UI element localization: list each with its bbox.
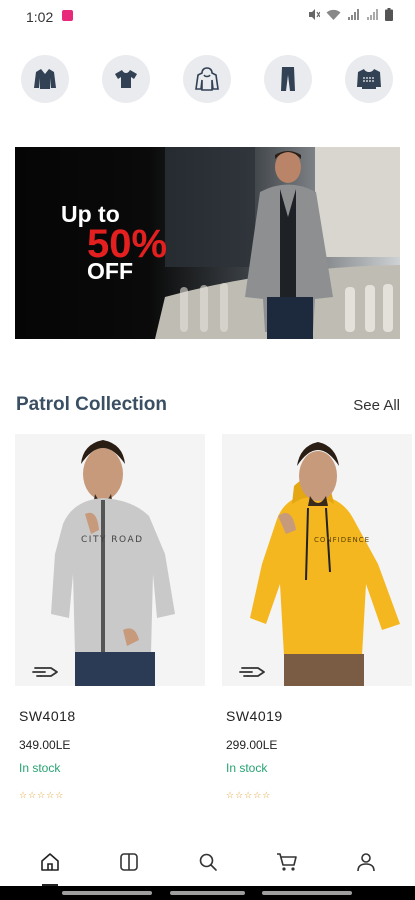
- nav-catalog[interactable]: [109, 842, 149, 882]
- notification-icon: [62, 10, 73, 21]
- system-nav-segment: [262, 891, 352, 895]
- banner-text: Up to 50% OFF: [61, 203, 167, 283]
- shipping-icon: [32, 667, 58, 677]
- stock-status: In stock: [19, 761, 61, 775]
- cart-icon: [276, 853, 297, 871]
- home-icon: [40, 853, 59, 871]
- rating-stars: ☆☆☆☆☆: [19, 790, 65, 800]
- product-image[interactable]: CITY ROAD: [15, 434, 205, 686]
- section-title: Patrol Collection: [16, 394, 167, 415]
- search-icon: [199, 853, 217, 871]
- category-pants[interactable]: [264, 55, 312, 103]
- nav-home[interactable]: [30, 842, 70, 886]
- status-bar: 1:02: [0, 0, 415, 32]
- sweater-icon: [357, 69, 381, 89]
- bottom-nav: [0, 838, 415, 886]
- category-tshirts[interactable]: [102, 55, 150, 103]
- mute-icon: [309, 9, 320, 20]
- signal-icon-2: [367, 8, 378, 20]
- shipping-icon: [239, 667, 265, 677]
- rating-stars: ☆☆☆☆☆: [226, 790, 272, 800]
- hoodie-icon: [195, 67, 219, 91]
- signal-icon: [348, 8, 359, 20]
- product-image[interactable]: CONFIDENCE: [222, 434, 412, 686]
- product-price: 349.00LE: [19, 738, 71, 752]
- battery-icon: [385, 8, 393, 21]
- svg-text:CONFIDENCE: CONFIDENCE: [314, 536, 370, 544]
- product-card[interactable]: CITY ROAD SW4018 349.00LE In stock ☆☆☆☆☆: [15, 434, 205, 800]
- status-icons: [307, 8, 393, 21]
- category-sweaters[interactable]: [345, 55, 393, 103]
- catalog-icon: [119, 853, 138, 871]
- category-jackets[interactable]: [21, 55, 69, 103]
- promo-banner[interactable]: Up to 50% OFF: [15, 147, 400, 339]
- system-nav-segment: [170, 891, 245, 895]
- see-all-link[interactable]: See All: [353, 397, 400, 414]
- product-photo: CITY ROAD: [15, 434, 205, 686]
- product-card[interactable]: CONFIDENCE SW4019 299.00LE In stock ☆☆☆☆…: [222, 434, 412, 800]
- category-row: [21, 55, 393, 103]
- product-photo: CONFIDENCE: [222, 434, 412, 686]
- product-name: SW4018: [19, 708, 76, 724]
- product-price: 299.00LE: [226, 738, 278, 752]
- pants-icon: [281, 67, 295, 91]
- system-nav-segment: [62, 891, 152, 895]
- svg-text:CITY ROAD: CITY ROAD: [81, 535, 144, 545]
- product-name: SW4019: [226, 708, 283, 724]
- system-navigation-bar: [0, 886, 415, 900]
- status-time: 1:02: [26, 9, 54, 25]
- jacket-icon: [34, 69, 56, 89]
- nav-cart[interactable]: [267, 842, 307, 882]
- nav-profile[interactable]: [346, 842, 386, 882]
- nav-search[interactable]: [188, 842, 228, 882]
- tshirt-icon: [115, 70, 137, 88]
- stock-status: In stock: [226, 761, 268, 775]
- profile-icon: [356, 853, 375, 872]
- wifi-icon: [326, 9, 341, 20]
- category-hoodies[interactable]: [183, 55, 231, 103]
